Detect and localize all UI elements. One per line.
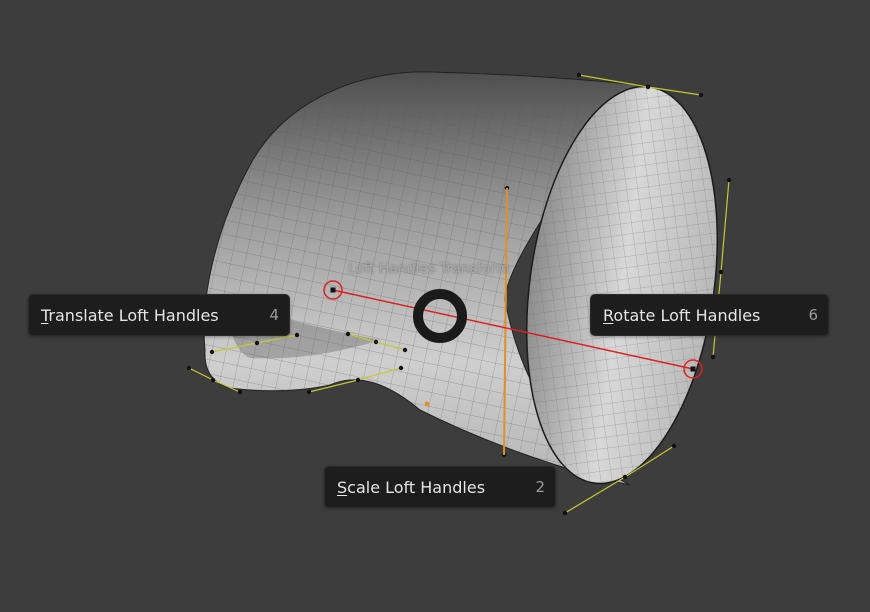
translate-loft-handles-button[interactable]: Translate Loft Handles 4 xyxy=(28,294,290,336)
hotkey-number: 4 xyxy=(269,306,279,324)
rotate-loft-handles-button[interactable]: Rotate Loft Handles 6 xyxy=(590,294,829,336)
translate-loft-handles-label: Translate Loft Handles xyxy=(41,305,219,325)
scale-loft-handles-button[interactable]: Scale Loft Handles 2 xyxy=(324,466,556,508)
hotkey-number: 6 xyxy=(808,306,818,324)
scale-loft-handles-label: Scale Loft Handles xyxy=(337,477,486,497)
hotkey-number: 2 xyxy=(535,478,545,496)
origin-dot xyxy=(424,401,430,407)
pie-menu-title: Loft Handles Transform xyxy=(348,261,510,277)
rotate-loft-handles-label: Rotate Loft Handles xyxy=(603,305,761,325)
